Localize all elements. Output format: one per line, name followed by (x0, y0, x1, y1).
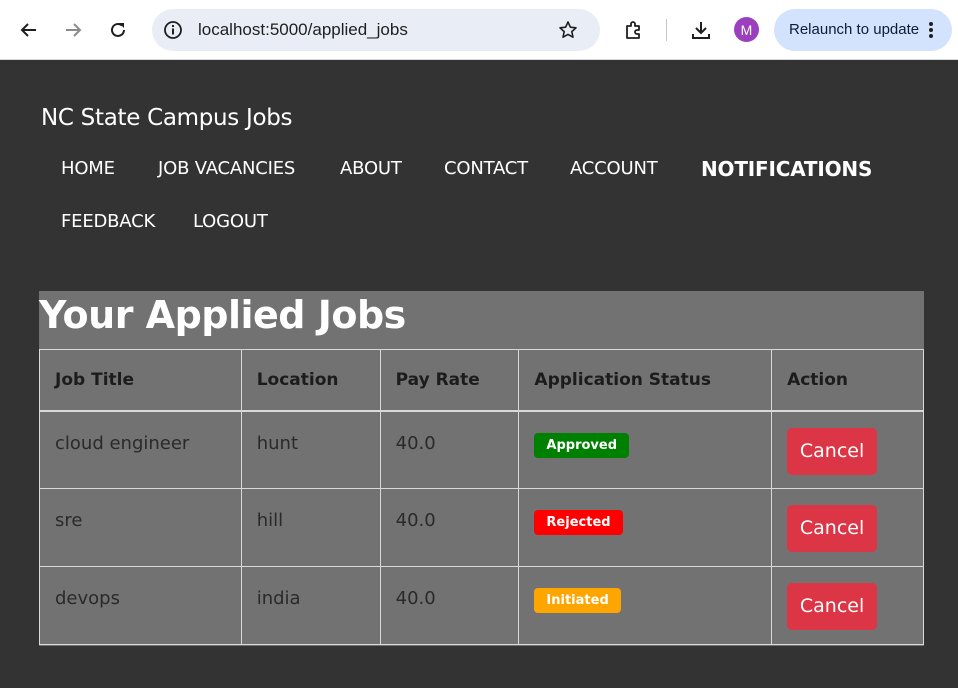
status-cell: Initiated (518, 566, 773, 645)
site-info-icon[interactable] (162, 19, 184, 41)
bookmark-star-icon[interactable] (557, 19, 579, 41)
browser-toolbar: localhost:5000/applied_jobs M Relaunch t… (0, 0, 958, 60)
cancel-button[interactable]: Cancel (787, 505, 878, 552)
action-cell: Cancel (771, 566, 924, 645)
cancel-button[interactable]: Cancel (787, 427, 878, 475)
status-badge-rejected: Rejected (534, 510, 623, 535)
reload-icon[interactable] (103, 15, 133, 45)
job-title-cell: sre (39, 488, 242, 567)
pay-rate-cell: 40.0 (379, 488, 520, 567)
job-title-cell: cloud engineer (39, 410, 242, 489)
pay-rate-cell: 40.0 (379, 566, 520, 645)
page-body: NC State Campus Jobs HOME JOB VACANCIES … (0, 60, 958, 688)
column-header-location: Location (240, 349, 381, 411)
relaunch-button[interactable]: Relaunch to update (774, 9, 952, 51)
site-title[interactable]: NC State Campus Jobs (41, 105, 293, 131)
column-header-application-status: Application Status (518, 349, 773, 411)
table-row: sre hill 40.0 Rejected Cancel (39, 488, 924, 567)
action-cell: Cancel (771, 410, 924, 489)
profile-avatar[interactable]: M (734, 17, 759, 42)
status-badge-initiated: Initiated (534, 588, 621, 613)
nav-contact[interactable]: CONTACT (444, 158, 528, 179)
nav-logout[interactable]: LOGOUT (193, 211, 268, 232)
download-icon[interactable] (686, 15, 716, 45)
back-icon[interactable] (14, 15, 44, 45)
address-bar[interactable]: localhost:5000/applied_jobs (152, 9, 600, 51)
status-cell: Approved (518, 410, 773, 489)
toolbar-divider (666, 19, 667, 41)
location-cell: hunt (240, 410, 381, 489)
cancel-button[interactable]: Cancel (787, 583, 878, 630)
relaunch-label: Relaunch to update (789, 21, 920, 38)
location-cell: india (240, 566, 381, 645)
table-header-row: Job Title Location Pay Rate Application … (39, 349, 924, 411)
location-cell: hill (240, 488, 381, 567)
nav-job-vacancies[interactable]: JOB VACANCIES (158, 158, 295, 179)
forward-icon[interactable] (58, 15, 88, 45)
url-text[interactable]: localhost:5000/applied_jobs (198, 20, 408, 40)
pay-rate-cell: 40.0 (379, 410, 520, 489)
applied-jobs-table: Job Title Location Pay Rate Application … (39, 349, 924, 645)
nav-about[interactable]: ABOUT (340, 158, 402, 179)
page-title: Your Applied Jobs (39, 293, 406, 337)
status-badge-approved: Approved (534, 432, 630, 458)
table-row: cloud engineer hunt 40.0 Approved Cancel (39, 410, 924, 489)
nav-feedback[interactable]: FEEDBACK (61, 211, 155, 232)
nav-account[interactable]: ACCOUNT (570, 158, 658, 179)
nav-home[interactable]: HOME (61, 158, 115, 179)
more-vert-icon[interactable] (926, 20, 936, 40)
applied-jobs-panel: Your Applied Jobs Job Title Location Pay… (39, 291, 924, 646)
nav-notifications[interactable]: NOTIFICATIONS (701, 157, 872, 181)
extensions-icon[interactable] (619, 15, 649, 45)
table-row: devops india 40.0 Initiated Cancel (39, 566, 924, 645)
action-cell: Cancel (771, 488, 924, 567)
column-header-job-title: Job Title (39, 349, 242, 411)
job-title-cell: devops (39, 566, 242, 645)
status-cell: Rejected (518, 488, 773, 567)
column-header-action: Action (771, 349, 924, 411)
column-header-pay-rate: Pay Rate (379, 349, 520, 411)
